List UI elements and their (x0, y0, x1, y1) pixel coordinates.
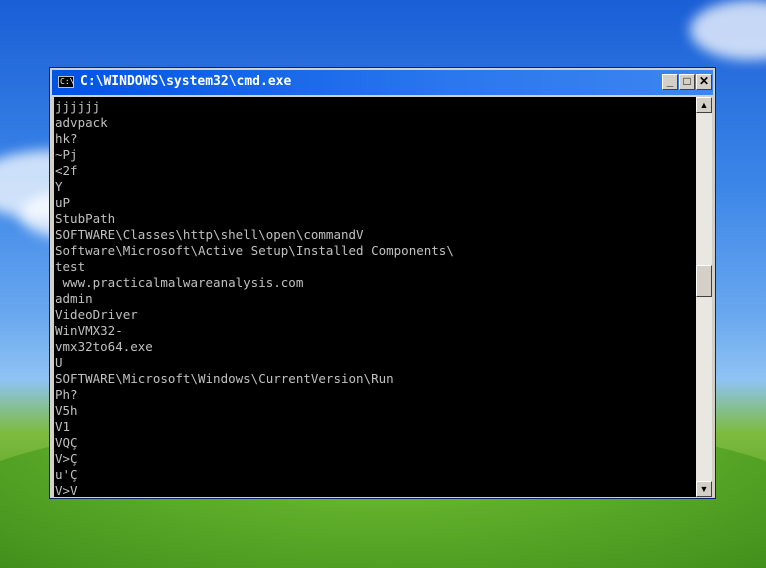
console-line: admin (55, 291, 93, 306)
scroll-thumb[interactable] (696, 265, 712, 297)
console-line: SOFTWARE\Microsoft\Windows\CurrentVersio… (55, 371, 394, 386)
console-line: V1 (55, 419, 71, 434)
cmd-window: C:\ C:\WINDOWS\system32\cmd.exe _ □ ✕ jj… (49, 67, 716, 499)
title-bar[interactable]: C:\ C:\WINDOWS\system32\cmd.exe _ □ ✕ (52, 70, 713, 95)
maximize-button[interactable]: □ (679, 74, 695, 90)
console-line: ~Pj (55, 147, 78, 162)
console-line: WinVMX32- (55, 323, 123, 338)
console-line: StubPath (55, 211, 116, 226)
console-line: U (55, 355, 63, 370)
console-line: jjjjjj (55, 99, 101, 114)
console-line: <2f (55, 163, 78, 178)
console-line: V>Ç (55, 451, 78, 466)
cmd-icon: C:\ (58, 76, 75, 88)
console-line: advpack (55, 115, 108, 130)
console-line: V5h (55, 403, 78, 418)
console-line: www.practicalmalwareanalysis.com (55, 275, 304, 290)
scroll-down-button[interactable]: ▼ (696, 481, 712, 497)
close-button[interactable]: ✕ (696, 74, 712, 90)
console-line: VideoDriver (55, 307, 138, 322)
vertical-scrollbar[interactable]: ▲ ▼ (696, 97, 712, 497)
console-line: SOFTWARE\Classes\http\shell\open\command… (55, 227, 364, 242)
console-line: Software\Microsoft\Active Setup\Installe… (55, 243, 454, 258)
minimize-button[interactable]: _ (662, 74, 678, 90)
console-line: hk? (55, 131, 78, 146)
console-line: u'Ç (55, 467, 78, 482)
console-lines: jjjjjj advpack hk? ~Pj <2f Y uP StubPath… (55, 99, 454, 497)
console-line: Y (55, 179, 63, 194)
window-title: C:\WINDOWS\system32\cmd.exe (80, 74, 292, 89)
console-line: vmx32to64.exe (55, 339, 153, 354)
console-line: uP (55, 195, 71, 210)
console-line: test (55, 259, 86, 274)
console-line: VQÇ (55, 435, 78, 450)
console-line: Ph? (55, 387, 78, 402)
console-line: V>V (55, 483, 78, 497)
scroll-up-button[interactable]: ▲ (696, 97, 712, 113)
console-output[interactable]: jjjjjj advpack hk? ~Pj <2f Y uP StubPath… (54, 97, 696, 497)
